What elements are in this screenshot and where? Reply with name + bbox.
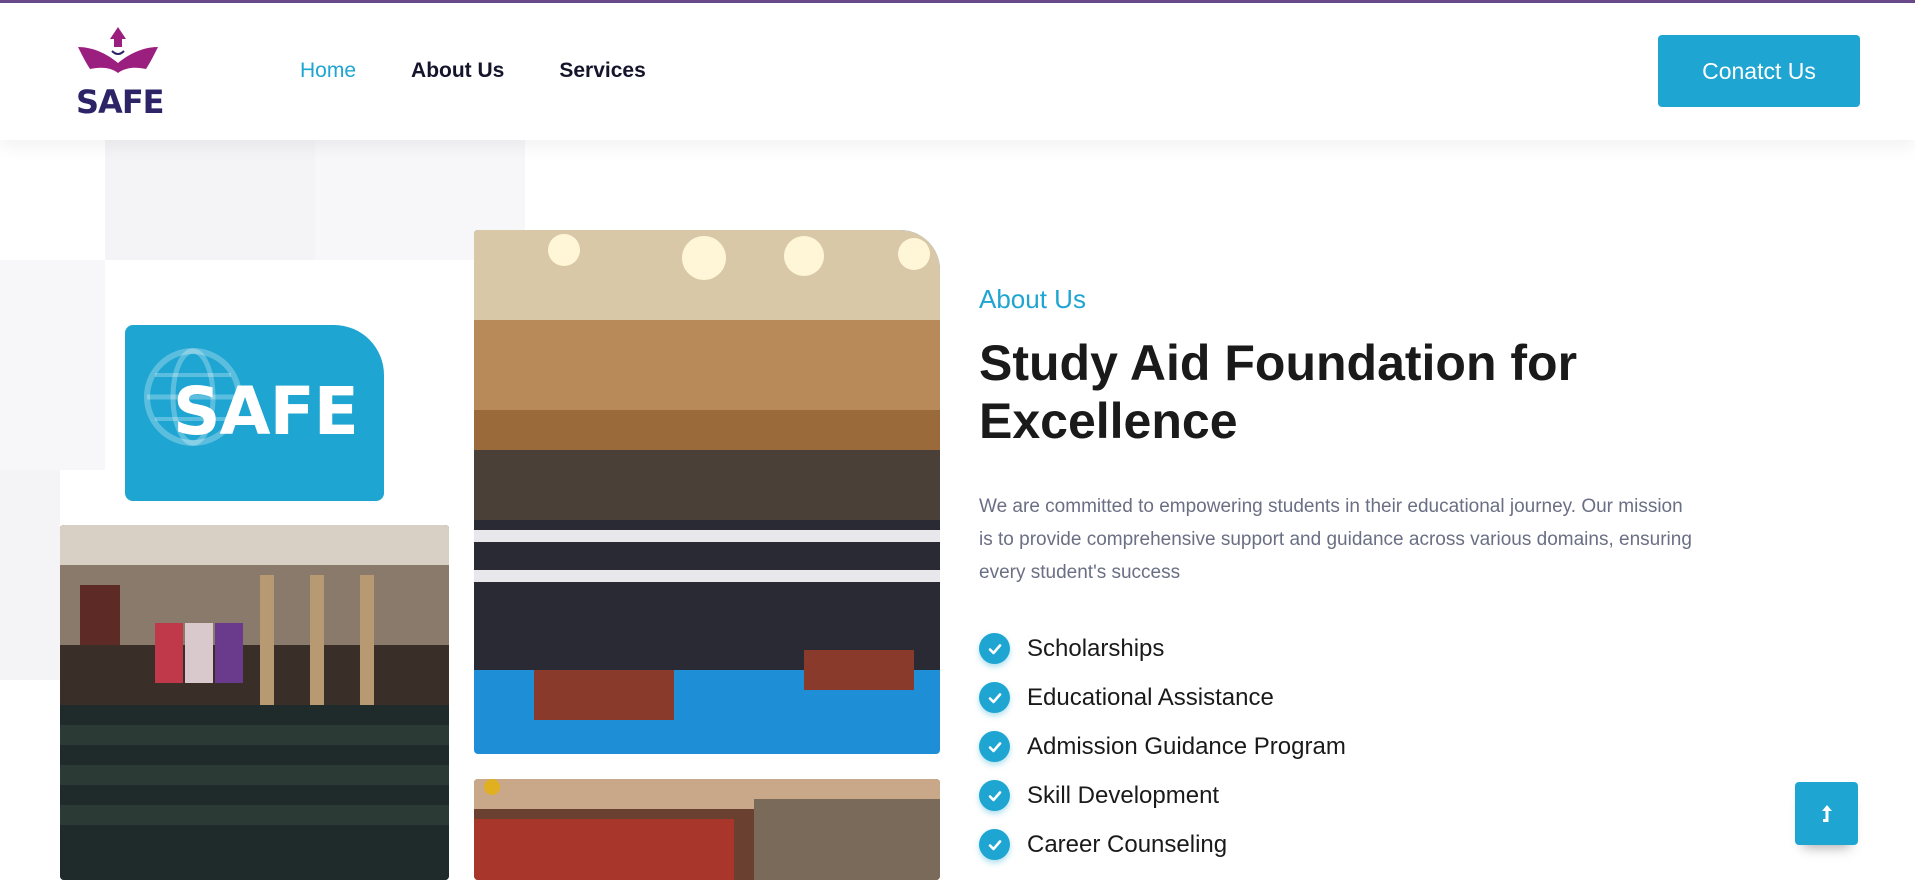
list-item: Skill Development — [979, 771, 1346, 820]
list-item: Career Counseling — [979, 820, 1346, 869]
contact-us-button[interactable]: Conatct Us — [1658, 35, 1860, 107]
logo-emblem-icon — [78, 27, 158, 73]
page-title: Study Aid Foundation for Excellence — [979, 335, 1578, 449]
event-photo-auditorium — [60, 525, 449, 880]
arrow-up-icon — [1821, 804, 1832, 822]
check-circle-icon — [979, 633, 1010, 664]
list-item: Admission Guidance Program — [979, 722, 1346, 771]
about-description: We are committed to empowering students … — [979, 496, 1692, 583]
feature-label: Educational Assistance — [1027, 683, 1274, 711]
site-header: SAFE Home About Us Services Conatct Us — [0, 3, 1915, 140]
nav-home[interactable]: Home — [300, 59, 356, 83]
feature-label: Career Counseling — [1027, 830, 1228, 858]
list-item: Educational Assistance — [979, 673, 1346, 722]
check-circle-icon — [979, 780, 1010, 811]
nav-services[interactable]: Services — [559, 59, 645, 83]
event-photo-conference — [474, 230, 940, 754]
check-circle-icon — [979, 829, 1010, 860]
logo-wordmark: SAFE — [76, 83, 165, 121]
main-nav: Home About Us Services — [300, 59, 646, 83]
safe-badge-card: SAFE — [125, 325, 384, 501]
site-logo[interactable]: SAFE — [76, 25, 165, 121]
scroll-to-top-button[interactable] — [1795, 782, 1858, 845]
feature-label: Scholarships — [1027, 634, 1165, 662]
section-label: About Us — [979, 284, 1086, 314]
nav-about-us[interactable]: About Us — [411, 59, 504, 83]
check-circle-icon — [979, 682, 1010, 713]
feature-label: Admission Guidance Program — [1027, 732, 1346, 760]
feature-label: Skill Development — [1027, 781, 1220, 809]
check-circle-icon — [979, 731, 1010, 762]
feature-list: Scholarships Educational Assistance Admi… — [979, 624, 1346, 869]
list-item: Scholarships — [979, 624, 1346, 673]
event-photo-crowd — [474, 779, 940, 880]
safe-badge-text: SAFE — [173, 373, 359, 450]
